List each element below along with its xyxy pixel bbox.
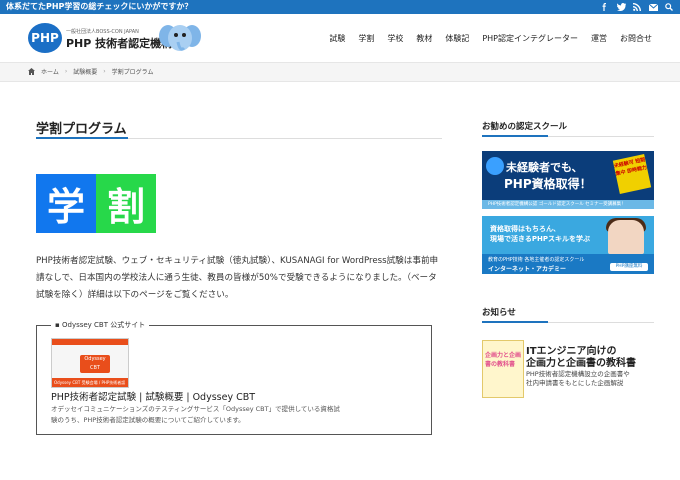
nav-item-materials[interactable]: 教材: [416, 33, 432, 44]
nav-item-integrator[interactable]: PHP認定インテグレーター: [482, 33, 578, 44]
thumb-top-bar: [52, 339, 128, 345]
logo-name: PHP 技術者認定機構: [66, 37, 173, 50]
chevron-right-icon: ›: [64, 68, 68, 75]
link-card-title[interactable]: PHP技術者認定試験 | 試験概要 | Odyssey CBT: [51, 389, 255, 403]
news-title-line2: 企画力と企画書の教科書: [526, 358, 636, 369]
banner2-text: 資格取得はもちろん、 現場で活きるPHPスキルを学ぶ: [490, 224, 590, 244]
news-description: PHP技術者認定機構設立の企画書や 社内申請書をもとにした企画解説: [526, 370, 630, 388]
search-icon[interactable]: [664, 2, 674, 12]
link-card-thumbnail[interactable]: Odyssey CBT Odyssey CBT 受験会場 / PHP技術者認定試…: [51, 338, 129, 388]
nav-item-contact[interactable]: お問合せ: [620, 33, 652, 44]
nav-item-student-discount[interactable]: 学割: [358, 33, 374, 44]
news-item[interactable]: 企画力と企画書の教科書 ITエンジニア向けの 企画力と企画書の教科書 PHP技術…: [482, 340, 654, 398]
news-desc-line1: PHP技術者認定機構設立の企画書や: [526, 370, 630, 378]
elephant-mascot-icon: [159, 25, 201, 51]
odyssey-logo: Odyssey CBT: [80, 355, 110, 373]
home-icon: [28, 68, 35, 75]
nav-item-exam[interactable]: 試験: [329, 33, 345, 44]
hero-char-1: 学: [36, 174, 96, 233]
school-banner-2[interactable]: 資格取得はもちろん、 現場で活きるPHPスキルを学ぶ 教育のPHP技術 各地主催…: [482, 216, 654, 274]
heading-underline: [482, 135, 548, 137]
page-title: 学割プログラム: [36, 122, 127, 137]
facebook-icon[interactable]: [600, 2, 610, 12]
hero-char-2: 割: [96, 174, 156, 233]
nav-item-schools[interactable]: 学校: [387, 33, 403, 44]
heading-underline: [482, 321, 548, 323]
sidebar-heading-news: お知らせ: [482, 306, 654, 323]
chevron-right-icon: ›: [103, 68, 106, 75]
rss-icon[interactable]: [632, 2, 642, 12]
breadcrumb-current: 学割プログラム: [111, 69, 154, 76]
banner-circle-icon: [486, 157, 504, 175]
title-underline: [36, 137, 128, 139]
main-nav: 試験 学割 学校 教材 体験記 PHP認定インテグレーター 運営 お問合せ: [329, 14, 652, 62]
thumb-footer: Odyssey CBT 受験会場 / PHP技術者認定試験: [52, 378, 128, 387]
logo-mark: PHP: [28, 23, 62, 53]
nav-item-operation[interactable]: 運営: [591, 33, 607, 44]
intro-paragraph: PHP技術者認定試験、ウェブ・セキュリティ試験（徳丸試験）、KUSANAGI f…: [36, 256, 439, 300]
person-image: [608, 220, 644, 254]
news-desc-line2: 社内申請書をもとにした企画解説: [526, 379, 624, 387]
sidebar-heading-schools: お勧めの認定スクール: [482, 120, 654, 137]
news-title-line1: ITエンジニア向けの: [526, 346, 617, 357]
mail-icon[interactable]: [648, 2, 658, 12]
banner2-line2: 現場で活きるPHPスキルを学ぶ: [490, 235, 590, 243]
link-card[interactable]: ▪ Odyssey CBT 公式サイト Odyssey CBT Odyssey …: [36, 320, 432, 435]
breadcrumb: ホーム › 試験概要 › 学割プログラム: [0, 63, 680, 82]
document-icon: ▪: [55, 321, 60, 329]
banner1-line2: PHP資格取得！: [504, 177, 592, 191]
breadcrumb-parent[interactable]: 試験概要: [73, 67, 97, 76]
hero-image: 学 割: [36, 174, 156, 233]
site-logo[interactable]: PHP 一般社団法人BOSS-CON JAPAN PHP 技術者認定機構: [28, 22, 208, 54]
logo-subtitle: 一般社団法人BOSS-CON JAPAN: [66, 29, 139, 35]
banner1-badge: 未経験可 短期集中 即時戦力: [612, 154, 652, 194]
nav-item-experiences[interactable]: 体験記: [445, 33, 469, 44]
top-bar-message: 体系だてたPHP学習の総チェックにいかがですか？: [6, 2, 193, 11]
school-banner-1[interactable]: 未経験者でも、 PHP資格取得！ 未経験可 短期集中 即時戦力 PHP技術者認定…: [482, 151, 654, 209]
banner2-line1: 資格取得はもちろん、: [490, 225, 560, 233]
news-title: ITエンジニア向けの 企画力と企画書の教科書: [526, 346, 636, 370]
banner1-footer: PHP技術者認定機構公認 ゴールド認定スクール セミナー受講募集！: [482, 200, 654, 209]
sidebar-heading-schools-text: お勧めの認定スクール: [482, 122, 568, 132]
sidebar-heading-news-text: お知らせ: [482, 308, 516, 318]
social-icons: [600, 1, 674, 13]
link-card-label-text: Odyssey CBT 公式サイト: [61, 321, 146, 329]
twitter-icon[interactable]: [616, 2, 626, 12]
banner2-button[interactable]: PHP講座無料: [610, 263, 648, 271]
page-title-block: 学割プログラム: [36, 116, 442, 139]
link-card-description: オデッセイコミュニケーションズのテスティングサービス「Odyssey CBT」で…: [51, 405, 340, 424]
link-card-label: ▪ Odyssey CBT 公式サイト: [51, 320, 150, 330]
book-cover: 企画力と企画書の教科書: [482, 340, 524, 398]
breadcrumb-home[interactable]: ホーム: [41, 67, 59, 76]
site-header: PHP 一般社団法人BOSS-CON JAPAN PHP 技術者認定機構 試験 …: [0, 14, 680, 63]
banner1-line1: 未経験者でも、: [506, 161, 583, 174]
top-bar: 体系だてたPHP学習の総チェックにいかがですか？: [0, 0, 680, 14]
